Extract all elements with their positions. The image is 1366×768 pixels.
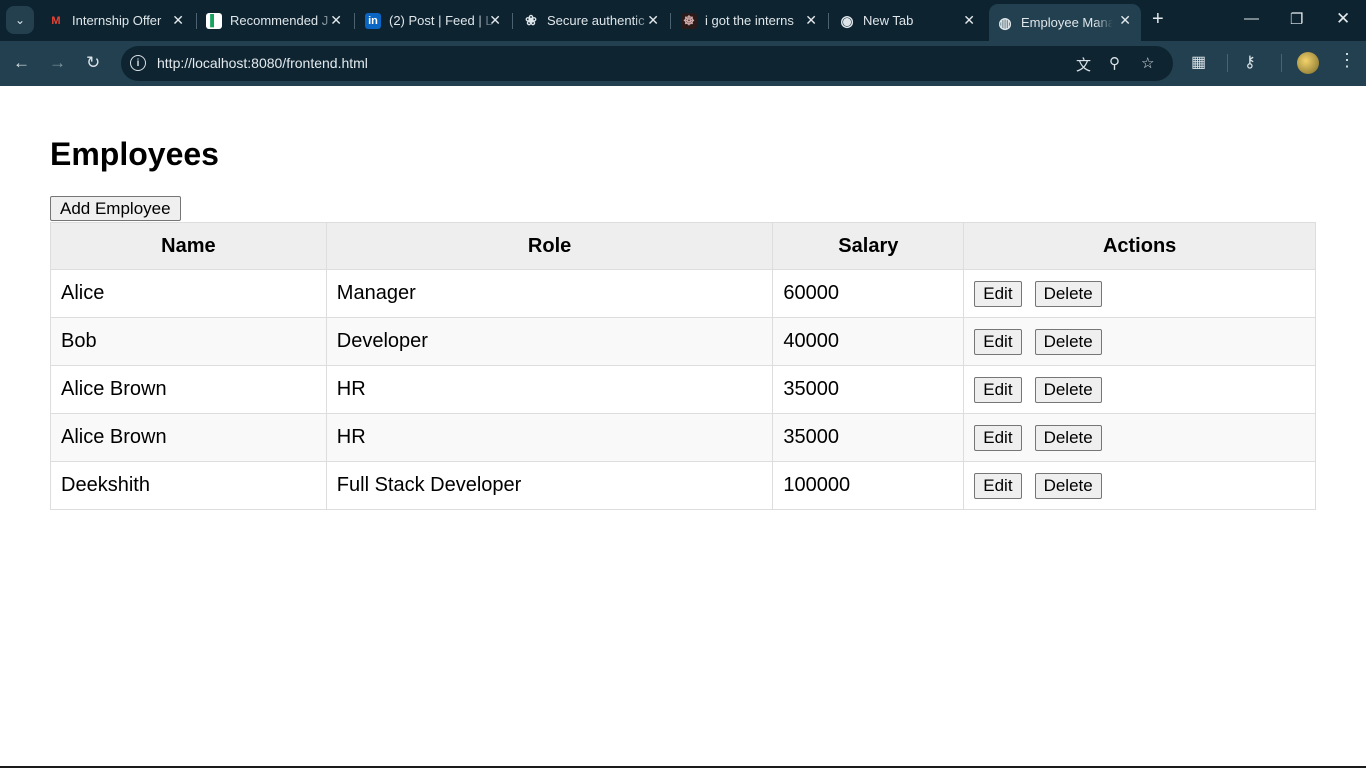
close-icon[interactable]: ✕	[489, 12, 501, 29]
employee-actions: Edit Delete	[963, 269, 1316, 318]
employee-actions: Edit Delete	[963, 317, 1316, 366]
tab-internship-offer[interactable]: M Internship Offer ✕	[40, 4, 194, 37]
tab-title: Recommended J	[230, 13, 329, 28]
tab-recommended-jobs[interactable]: ▌ Recommended J ✕	[198, 4, 352, 37]
employee-salary: 35000	[772, 413, 965, 462]
url-text[interactable]: http://localhost:8080/frontend.html	[157, 55, 368, 71]
edit-button[interactable]: Edit	[974, 424, 1022, 451]
table-row: Alice Brown HR 35000 Edit Delete	[50, 413, 1316, 462]
delete-button[interactable]: Delete	[1034, 424, 1102, 451]
tab-new-tab[interactable]: ◉ New Tab ✕	[831, 4, 985, 37]
tab-employee-management[interactable]: ◍ Employee Manag ✕	[989, 4, 1141, 41]
column-header-salary: Salary	[772, 222, 965, 270]
forward-arrow-icon[interactable]: →	[49, 53, 66, 73]
tab-separator	[196, 13, 197, 29]
profile-avatar[interactable]	[1297, 52, 1319, 74]
toolbar-separator	[1281, 54, 1282, 72]
back-arrow-icon[interactable]: ←	[13, 53, 30, 73]
tab-title: New Tab	[863, 13, 914, 28]
table-row: Alice Brown HR 35000 Edit Delete	[50, 365, 1316, 414]
tab-separator	[670, 13, 671, 29]
employee-name: Deekshith	[50, 461, 327, 510]
edit-button[interactable]: Edit	[974, 280, 1022, 307]
close-icon[interactable]: ✕	[647, 12, 659, 29]
address-bar[interactable]: i http://localhost:8080/frontend.html 文 …	[121, 46, 1173, 81]
table-row: Alice Manager 60000 Edit Delete	[50, 269, 1316, 318]
tab-title: (2) Post | Feed | L	[389, 13, 493, 28]
tab-title: Secure authentic	[547, 13, 645, 28]
new-tab-plus-icon[interactable]: +	[1152, 9, 1164, 29]
employee-name: Alice	[50, 269, 327, 318]
zoom-icon[interactable]: ⚲	[1109, 54, 1120, 72]
column-header-actions: Actions	[963, 222, 1316, 270]
table-header-row: Name Role Salary Actions	[50, 222, 1316, 270]
add-employee-button[interactable]: Add Employee	[50, 196, 181, 221]
employee-role: HR	[325, 413, 774, 462]
employee-actions: Edit Delete	[963, 365, 1316, 414]
employee-role: Manager	[325, 269, 774, 318]
employees-table: Name Role Salary Actions Alice Manager 6…	[50, 222, 1316, 510]
chrome-icon: ◉	[840, 12, 854, 30]
browser-toolbar: ← → ↻ i http://localhost:8080/frontend.h…	[0, 41, 1366, 86]
edit-button[interactable]: Edit	[974, 376, 1022, 403]
reload-icon[interactable]: ↻	[86, 53, 100, 73]
delete-button[interactable]: Delete	[1034, 280, 1102, 307]
delete-button[interactable]: Delete	[1034, 376, 1102, 403]
more-menu-icon[interactable]: ⋮	[1338, 50, 1356, 71]
profile-favicon-icon: ☸	[681, 12, 697, 29]
toolbar-separator	[1227, 54, 1228, 72]
tab-separator	[512, 13, 513, 29]
employee-actions: Edit Delete	[963, 413, 1316, 462]
employee-role: Full Stack Developer	[325, 461, 774, 510]
extensions-icon[interactable]: ▦	[1191, 52, 1206, 72]
bookmark-star-icon[interactable]: ☆	[1141, 54, 1154, 72]
tab-separator	[828, 13, 829, 29]
gmail-icon: M	[51, 14, 61, 27]
employee-name: Bob	[50, 317, 327, 366]
delete-button[interactable]: Delete	[1034, 472, 1102, 499]
employee-role: Developer	[325, 317, 774, 366]
tab-title: Employee Manag	[1021, 15, 1113, 30]
tab-secure-authentication[interactable]: ❀ Secure authentic ✕	[515, 4, 669, 37]
jobs-site-icon: ▌	[206, 12, 222, 29]
tab-search-button[interactable]: ⌄	[6, 6, 34, 34]
employee-salary: 60000	[772, 269, 965, 318]
tab-internship-post[interactable]: ☸ i got the interns ✕	[673, 4, 827, 37]
window-close-icon[interactable]: ✕	[1336, 9, 1350, 29]
close-icon[interactable]: ✕	[963, 12, 975, 29]
chevron-down-icon: ⌄	[14, 13, 26, 27]
tab-separator	[354, 13, 355, 29]
table-row: Deekshith Full Stack Developer 100000 Ed…	[50, 461, 1316, 510]
restore-icon[interactable]: ❐	[1290, 10, 1303, 28]
close-icon[interactable]: ✕	[172, 12, 184, 29]
edit-button[interactable]: Edit	[974, 328, 1022, 355]
tab-linkedin-feed[interactable]: in (2) Post | Feed | L ✕	[357, 4, 511, 37]
translate-icon[interactable]: 文	[1076, 54, 1091, 75]
edit-button[interactable]: Edit	[974, 472, 1022, 499]
delete-button[interactable]: Delete	[1034, 328, 1102, 355]
close-icon[interactable]: ✕	[330, 12, 342, 29]
column-header-name: Name	[50, 222, 327, 270]
employee-salary: 35000	[772, 365, 965, 414]
tab-bar: ⌄ M Internship Offer ✕ ▌ Recommended J ✕…	[0, 0, 1366, 41]
employee-actions: Edit Delete	[963, 461, 1316, 510]
globe-icon: ◍	[998, 14, 1012, 32]
column-header-role: Role	[325, 222, 774, 270]
openai-icon: ❀	[525, 12, 537, 28]
employee-salary: 100000	[772, 461, 965, 510]
page-title: Employees	[50, 136, 219, 172]
password-key-icon[interactable]: ⚷	[1244, 52, 1256, 72]
close-icon[interactable]: ✕	[805, 12, 817, 29]
employee-role: HR	[325, 365, 774, 414]
employee-name: Alice Brown	[50, 413, 327, 462]
linkedin-icon: in	[365, 12, 381, 29]
close-icon[interactable]: ✕	[1119, 12, 1131, 29]
minimize-icon[interactable]: —	[1244, 10, 1259, 27]
table-row: Bob Developer 40000 Edit Delete	[50, 317, 1316, 366]
tab-title: Internship Offer	[72, 13, 162, 28]
tab-title: i got the interns	[705, 13, 794, 28]
employee-salary: 40000	[772, 317, 965, 366]
employee-name: Alice Brown	[50, 365, 327, 414]
site-info-icon[interactable]: i	[130, 55, 146, 71]
